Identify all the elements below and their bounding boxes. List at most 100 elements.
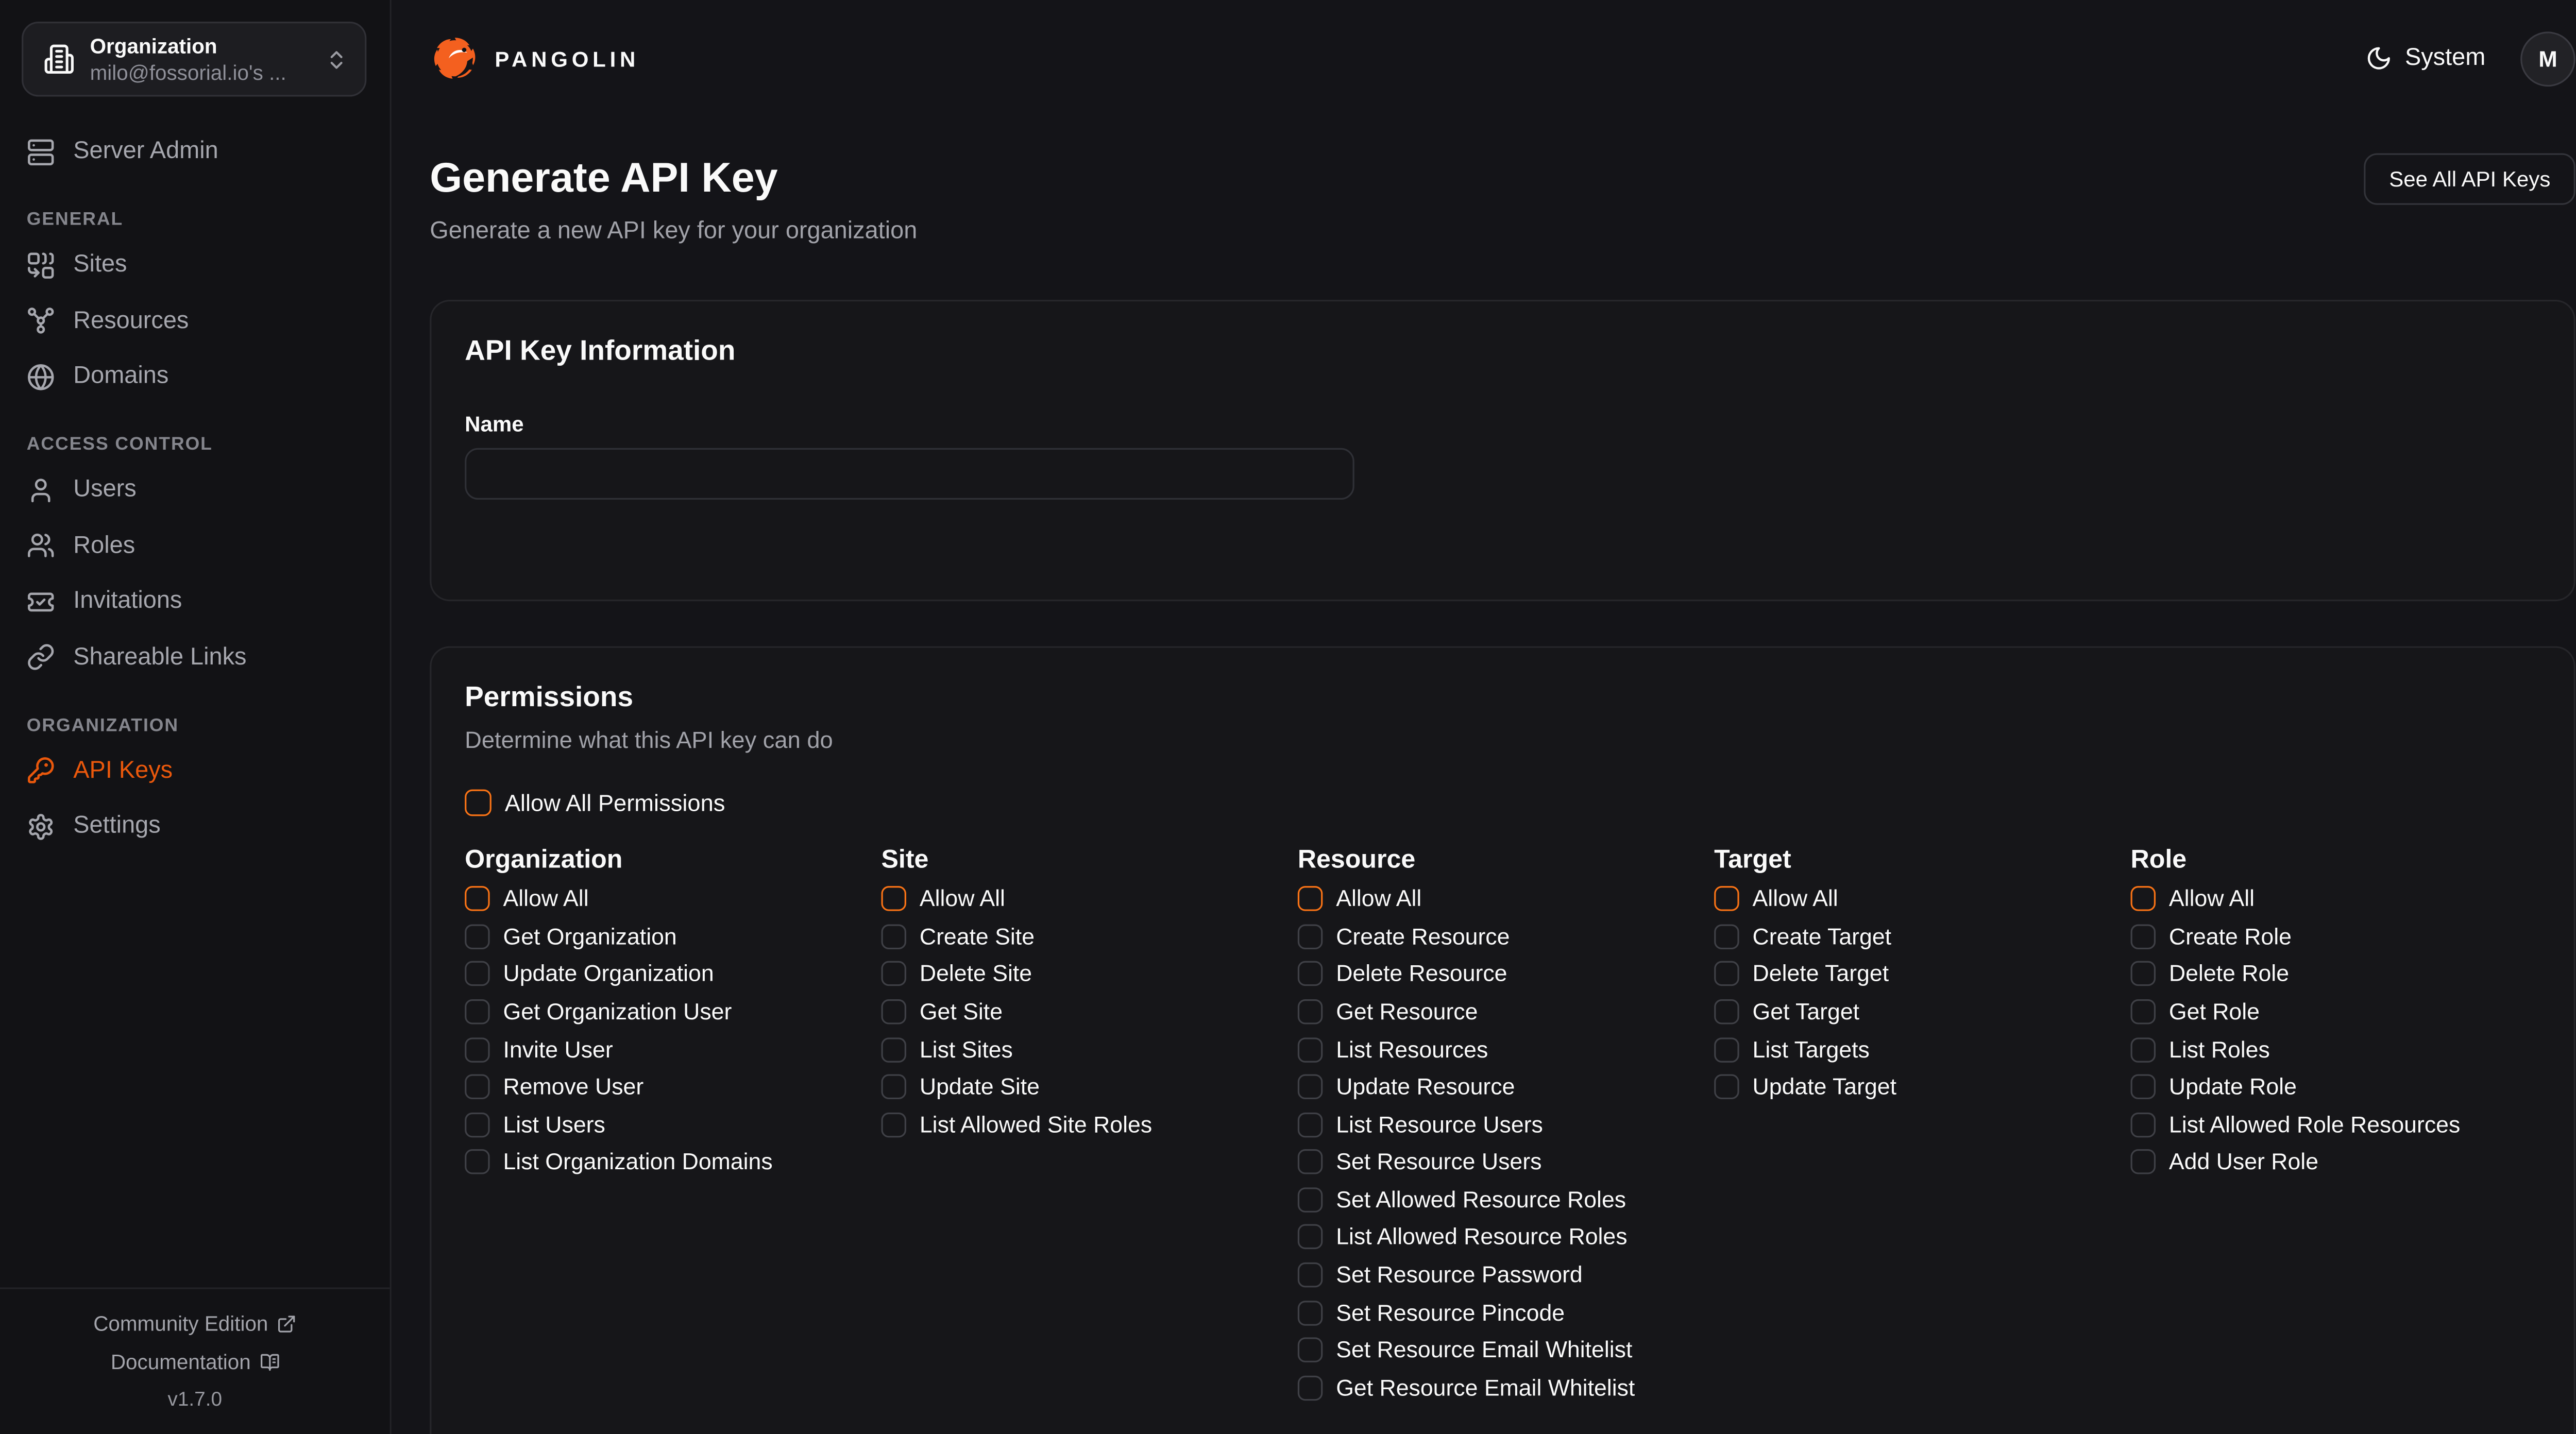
permission-row-role-get-role[interactable]: Get Role xyxy=(2131,999,2540,1024)
permission-row-resource-create-resource[interactable]: Create Resource xyxy=(1298,924,1707,949)
permission-row-organization-allow-all[interactable]: Allow All xyxy=(465,886,874,911)
permission-row-resource-set-resource-pincode[interactable]: Set Resource Pincode xyxy=(1298,1300,1707,1325)
permission-row-role-add-user-role[interactable]: Add User Role xyxy=(2131,1150,2540,1175)
sidebar-item-roles[interactable]: Roles xyxy=(27,527,365,564)
permission-row-resource-list-resource-users[interactable]: List Resource Users xyxy=(1298,1112,1707,1137)
permission-row-site-delete-site[interactable]: Delete Site xyxy=(881,961,1291,986)
checkbox-target-list-targets[interactable] xyxy=(1714,1037,1739,1062)
permission-row-resource-get-resource-email-whitelist[interactable]: Get Resource Email Whitelist xyxy=(1298,1375,1707,1401)
checkbox-resource-set-resource-password[interactable] xyxy=(1298,1262,1323,1288)
permission-row-target-get-target[interactable]: Get Target xyxy=(1714,999,2124,1024)
checkbox-site-create-site[interactable] xyxy=(881,924,906,949)
sidebar-item-shareable-links[interactable]: Shareable Links xyxy=(27,639,365,675)
documentation-link[interactable]: Documentation xyxy=(0,1350,390,1373)
checkbox-organization-get-organization-user[interactable] xyxy=(465,999,490,1025)
sidebar-item-invitations[interactable]: Invitations xyxy=(27,583,365,620)
permission-row-resource-list-allowed-resource-roles[interactable]: List Allowed Resource Roles xyxy=(1298,1225,1707,1250)
checkbox-organization-update-organization[interactable] xyxy=(465,962,490,987)
checkbox-resource-create-resource[interactable] xyxy=(1298,924,1323,949)
checkbox-target-create-target[interactable] xyxy=(1714,924,1739,949)
checkbox-organization-remove-user[interactable] xyxy=(465,1074,490,1100)
checkbox-target-delete-target[interactable] xyxy=(1714,962,1739,987)
permission-row-role-list-roles[interactable]: List Roles xyxy=(2131,1036,2540,1062)
checkbox-organization-get-organization[interactable] xyxy=(465,924,490,949)
permission-row-resource-allow-all[interactable]: Allow All xyxy=(1298,886,1707,911)
sidebar-item-server-admin[interactable]: Server Admin xyxy=(27,133,365,170)
permission-row-site-create-site[interactable]: Create Site xyxy=(881,924,1291,949)
permission-row-resource-get-resource[interactable]: Get Resource xyxy=(1298,999,1707,1024)
checkbox-site-delete-site[interactable] xyxy=(881,962,906,987)
permission-row-role-list-allowed-role-resources[interactable]: List Allowed Role Resources xyxy=(2131,1112,2540,1137)
permission-row-organization-invite-user[interactable]: Invite User xyxy=(465,1036,874,1062)
checkbox-site-update-site[interactable] xyxy=(881,1074,906,1100)
sidebar-item-sites[interactable]: Sites xyxy=(27,247,365,283)
checkbox-resource-allow-all[interactable] xyxy=(1298,886,1323,912)
permission-row-site-get-site[interactable]: Get Site xyxy=(881,999,1291,1024)
checkbox-resource-set-allowed-resource-roles[interactable] xyxy=(1298,1187,1323,1213)
checkbox-role-create-role[interactable] xyxy=(2131,924,2156,949)
checkbox-organization-allow-all[interactable] xyxy=(465,886,490,912)
checkbox-role-delete-role[interactable] xyxy=(2131,962,2156,987)
name-input[interactable] xyxy=(465,448,1354,500)
checkbox-resource-list-resources[interactable] xyxy=(1298,1037,1323,1062)
checkbox-organization-list-organization-domains[interactable] xyxy=(465,1150,490,1175)
permission-row-organization-update-organization[interactable]: Update Organization xyxy=(465,961,874,986)
permission-row-resource-set-resource-email-whitelist[interactable]: Set Resource Email Whitelist xyxy=(1298,1338,1707,1363)
permission-row-site-list-allowed-site-roles[interactable]: List Allowed Site Roles xyxy=(881,1112,1291,1137)
checkbox-resource-list-allowed-resource-roles[interactable] xyxy=(1298,1225,1323,1250)
user-avatar[interactable]: M xyxy=(2520,31,2575,86)
permission-row-role-allow-all[interactable]: Allow All xyxy=(2131,886,2540,911)
permission-row-resource-list-resources[interactable]: List Resources xyxy=(1298,1036,1707,1062)
organization-selector[interactable]: Organization milo@fossorial.io's ... xyxy=(22,22,366,97)
checkbox-resource-set-resource-users[interactable] xyxy=(1298,1150,1323,1175)
permission-row-organization-list-organization-domains[interactable]: List Organization Domains xyxy=(465,1150,874,1175)
checkbox-resource-get-resource-email-whitelist[interactable] xyxy=(1298,1375,1323,1401)
allow-all-permissions-checkbox[interactable] xyxy=(465,790,492,816)
checkbox-resource-list-resource-users[interactable] xyxy=(1298,1112,1323,1137)
permission-row-role-delete-role[interactable]: Delete Role xyxy=(2131,961,2540,986)
permission-row-resource-set-resource-password[interactable]: Set Resource Password xyxy=(1298,1262,1707,1288)
checkbox-site-get-site[interactable] xyxy=(881,999,906,1025)
checkbox-organization-list-users[interactable] xyxy=(465,1112,490,1137)
checkbox-role-add-user-role[interactable] xyxy=(2131,1150,2156,1175)
checkbox-site-allow-all[interactable] xyxy=(881,886,906,912)
permission-row-target-update-target[interactable]: Update Target xyxy=(1714,1074,2124,1099)
checkbox-site-list-allowed-site-roles[interactable] xyxy=(881,1112,906,1137)
sidebar-item-users[interactable]: Users xyxy=(27,471,365,508)
checkbox-resource-set-resource-email-whitelist[interactable] xyxy=(1298,1338,1323,1363)
permission-row-site-update-site[interactable]: Update Site xyxy=(881,1074,1291,1099)
permission-row-role-update-role[interactable]: Update Role xyxy=(2131,1074,2540,1099)
permission-row-organization-get-organization-user[interactable]: Get Organization User xyxy=(465,999,874,1024)
permission-row-organization-list-users[interactable]: List Users xyxy=(465,1112,874,1137)
permission-row-resource-delete-resource[interactable]: Delete Resource xyxy=(1298,961,1707,986)
checkbox-target-allow-all[interactable] xyxy=(1714,886,1739,912)
permission-row-resource-set-allowed-resource-roles[interactable]: Set Allowed Resource Roles xyxy=(1298,1187,1707,1213)
see-all-api-keys-button[interactable]: See All API Keys xyxy=(2364,153,2575,204)
permission-row-target-allow-all[interactable]: Allow All xyxy=(1714,886,2124,911)
permission-row-resource-set-resource-users[interactable]: Set Resource Users xyxy=(1298,1150,1707,1175)
checkbox-resource-delete-resource[interactable] xyxy=(1298,962,1323,987)
checkbox-role-get-role[interactable] xyxy=(2131,999,2156,1025)
sidebar-item-domains[interactable]: Domains xyxy=(27,358,365,395)
checkbox-target-update-target[interactable] xyxy=(1714,1074,1739,1100)
checkbox-resource-update-resource[interactable] xyxy=(1298,1074,1323,1100)
community-edition-link[interactable]: Community Edition xyxy=(0,1312,390,1336)
permission-row-role-create-role[interactable]: Create Role xyxy=(2131,924,2540,949)
checkbox-role-list-allowed-role-resources[interactable] xyxy=(2131,1112,2156,1137)
checkbox-resource-set-resource-pincode[interactable] xyxy=(1298,1300,1323,1325)
sidebar-item-api-keys[interactable]: API Keys xyxy=(27,752,365,789)
checkbox-role-update-role[interactable] xyxy=(2131,1074,2156,1100)
checkbox-role-list-roles[interactable] xyxy=(2131,1037,2156,1062)
permission-row-target-create-target[interactable]: Create Target xyxy=(1714,924,2124,949)
permission-row-organization-get-organization[interactable]: Get Organization xyxy=(465,924,874,949)
permission-row-target-list-targets[interactable]: List Targets xyxy=(1714,1036,2124,1062)
permission-row-organization-remove-user[interactable]: Remove User xyxy=(465,1074,874,1099)
checkbox-site-list-sites[interactable] xyxy=(881,1037,906,1062)
permission-row-resource-update-resource[interactable]: Update Resource xyxy=(1298,1074,1707,1099)
permission-row-site-list-sites[interactable]: List Sites xyxy=(881,1036,1291,1062)
theme-toggle[interactable]: System xyxy=(2365,45,2485,72)
checkbox-organization-invite-user[interactable] xyxy=(465,1037,490,1062)
permission-row-site-allow-all[interactable]: Allow All xyxy=(881,886,1291,911)
checkbox-role-allow-all[interactable] xyxy=(2131,886,2156,912)
sidebar-item-settings[interactable]: Settings xyxy=(27,808,365,844)
